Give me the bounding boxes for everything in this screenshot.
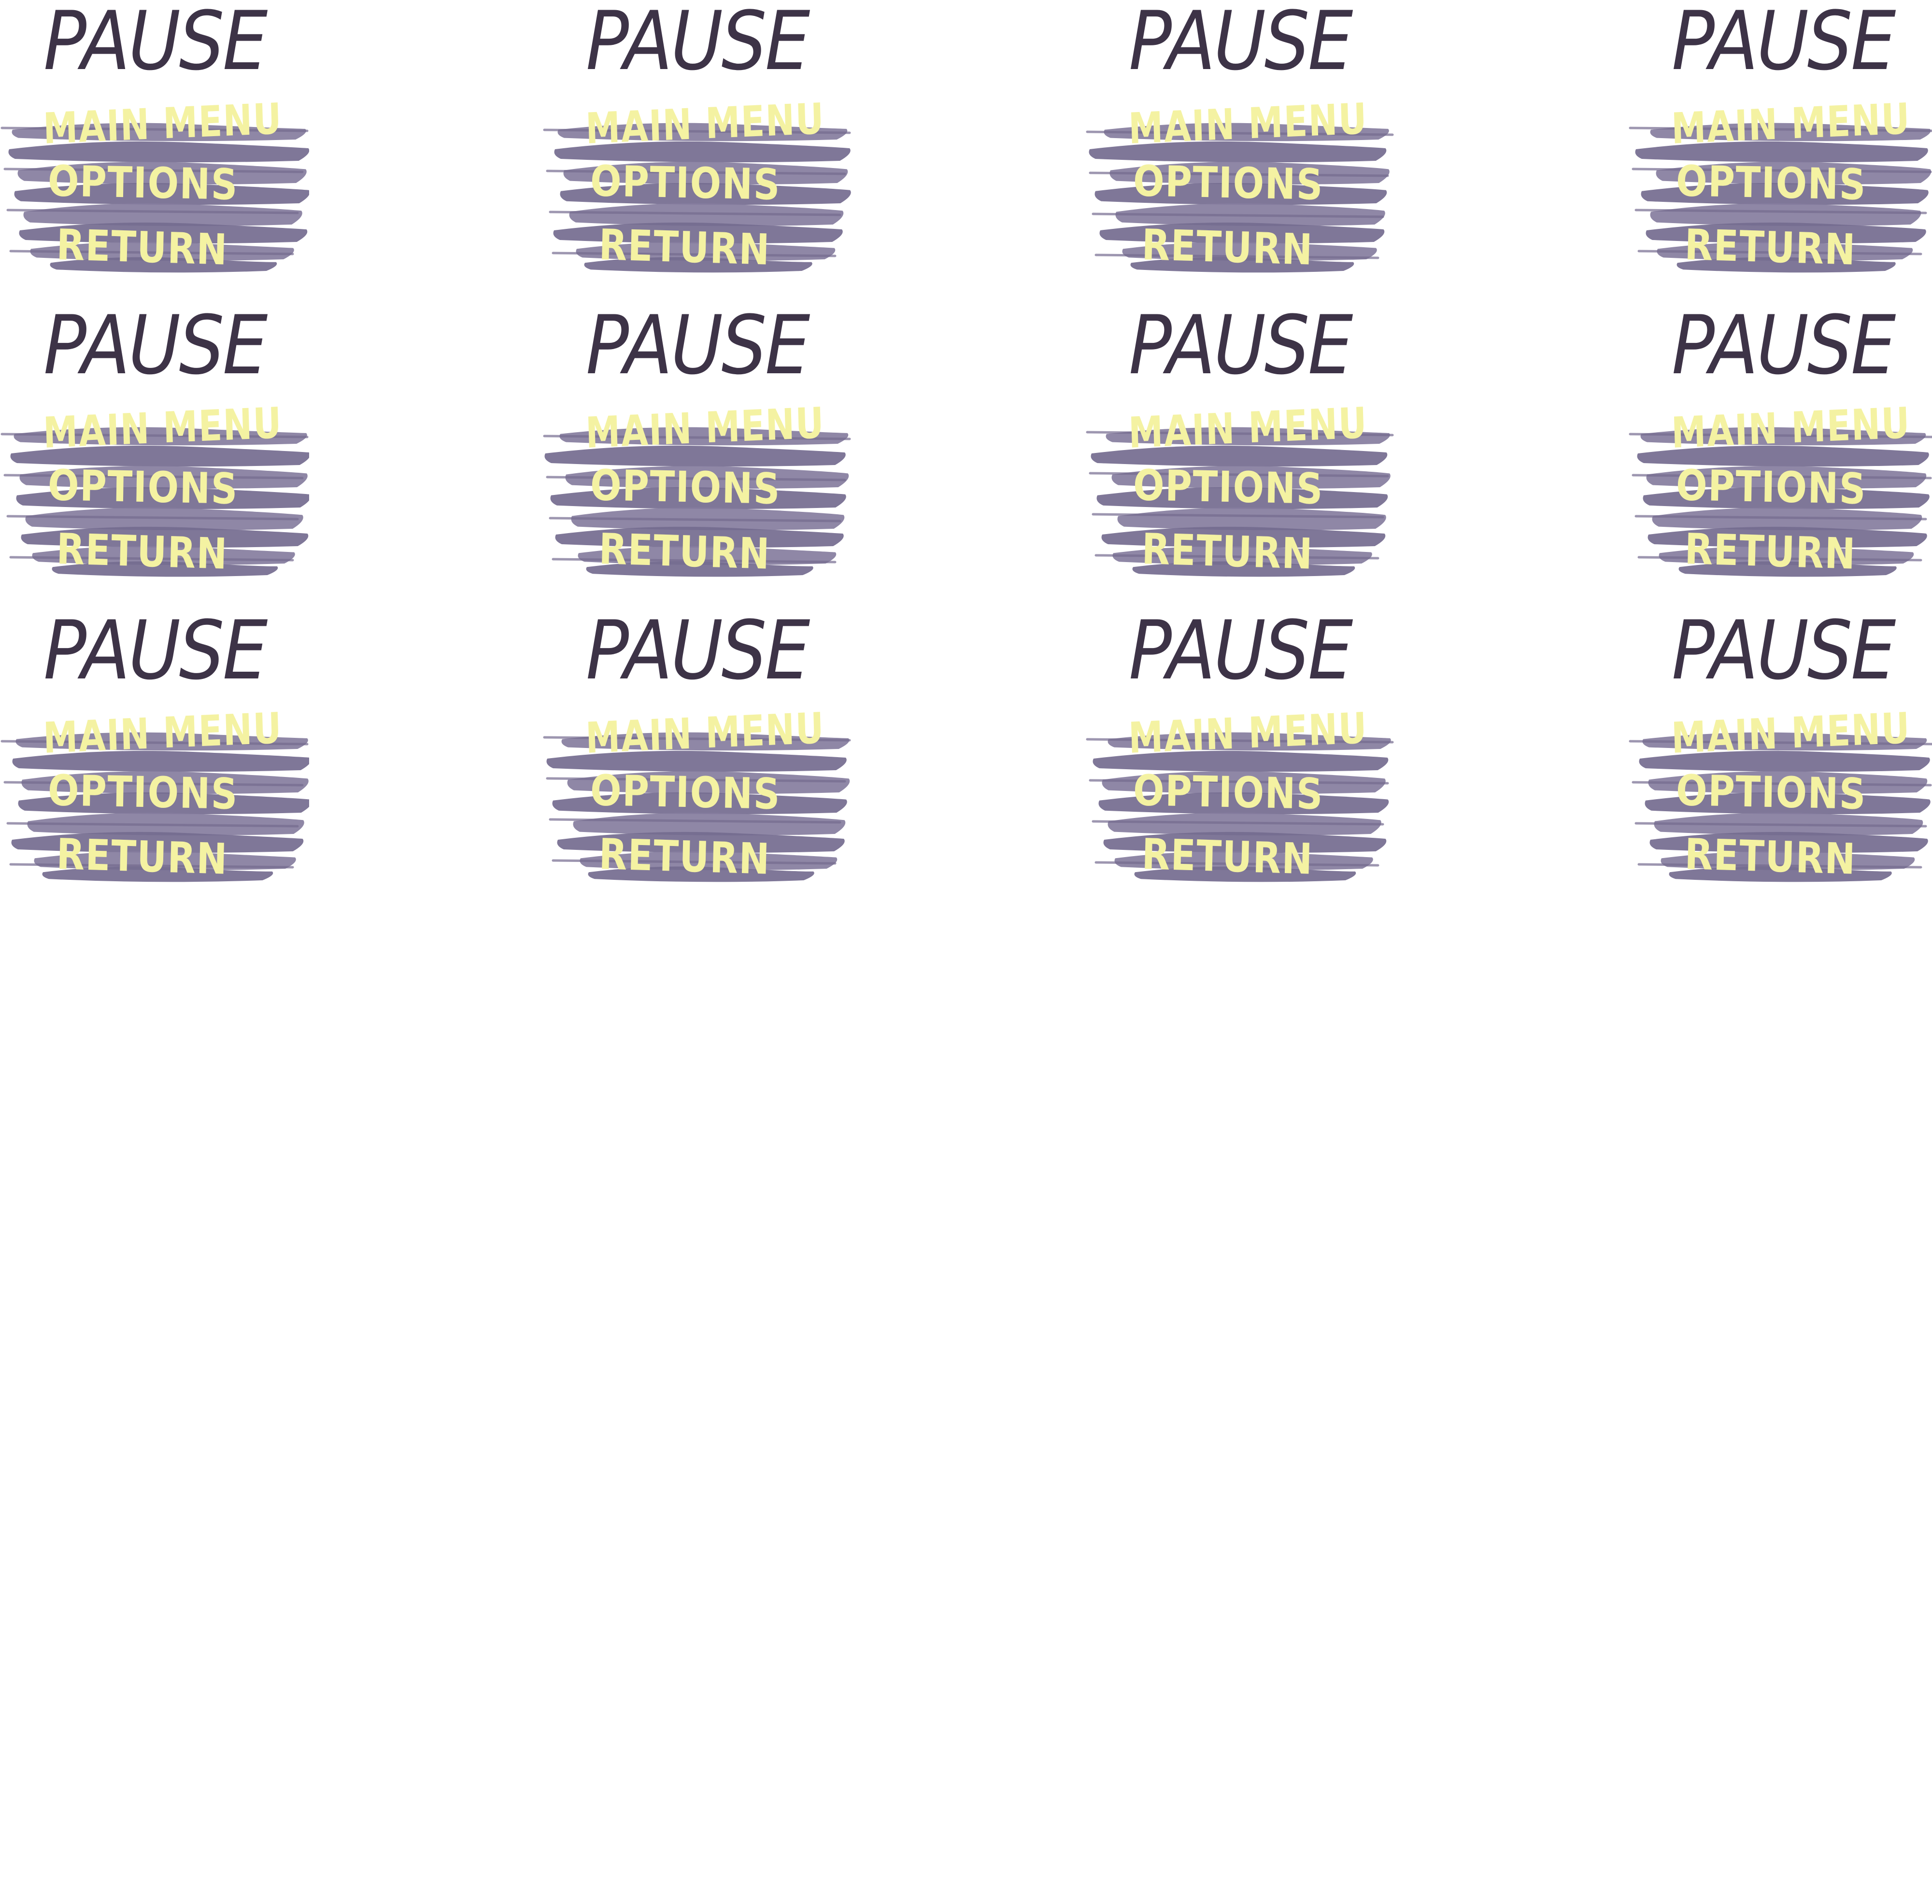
options-button[interactable]: OPTIONS (47, 460, 238, 514)
pause-menu-frame: PAUSE MAIN MENU OPTIONS RETURN (542, 304, 852, 604)
menu-panel: MAIN MENU OPTIONS RETURN (0, 703, 309, 889)
return-button[interactable]: RETURN (1684, 524, 1857, 579)
return-button[interactable]: RETURN (598, 524, 771, 579)
main-menu-button[interactable]: MAIN MENU (43, 703, 283, 763)
menu-panel: MAIN MENU OPTIONS RETURN (1628, 398, 1932, 584)
pause-menu-sprite-sheet: PAUSE MAIN MENU OPTIONS RETURN PAUSE MAI… (0, 0, 1932, 898)
pause-title: PAUSE (1672, 0, 1896, 88)
options-button[interactable]: OPTIONS (1133, 765, 1323, 819)
menu-panel: MAIN MENU OPTIONS RETURN (0, 398, 309, 584)
options-button[interactable]: OPTIONS (1133, 460, 1323, 514)
pause-menu-frame: PAUSE MAIN MENU OPTIONS RETURN (0, 0, 309, 299)
pause-title: PAUSE (1129, 298, 1353, 393)
return-button[interactable]: RETURN (598, 829, 771, 884)
return-button[interactable]: RETURN (56, 220, 228, 275)
menu-panel: MAIN MENU OPTIONS RETURN (1085, 703, 1394, 889)
return-button[interactable]: RETURN (1141, 524, 1314, 579)
main-menu-button[interactable]: MAIN MENU (1671, 703, 1911, 763)
menu-panel: MAIN MENU OPTIONS RETURN (0, 94, 309, 280)
options-button[interactable]: OPTIONS (1676, 765, 1866, 819)
main-menu-button[interactable]: MAIN MENU (1128, 94, 1368, 154)
pause-title: PAUSE (586, 0, 810, 88)
return-button[interactable]: RETURN (1684, 829, 1857, 884)
main-menu-button[interactable]: MAIN MENU (585, 398, 825, 458)
pause-menu-frame: PAUSE MAIN MENU OPTIONS RETURN (1628, 304, 1932, 604)
main-menu-button[interactable]: MAIN MENU (585, 94, 825, 154)
main-menu-button[interactable]: MAIN MENU (1128, 398, 1368, 458)
pause-title: PAUSE (586, 603, 810, 698)
options-button[interactable]: OPTIONS (1676, 156, 1866, 210)
menu-panel: MAIN MENU OPTIONS RETURN (1628, 94, 1932, 280)
options-button[interactable]: OPTIONS (47, 765, 238, 819)
main-menu-button[interactable]: MAIN MENU (1128, 703, 1368, 763)
pause-title: PAUSE (1672, 298, 1896, 393)
options-button[interactable]: OPTIONS (590, 765, 781, 819)
pause-menu-frame: PAUSE MAIN MENU OPTIONS RETURN (542, 0, 852, 299)
pause-menu-frame: PAUSE MAIN MENU OPTIONS RETURN (1628, 609, 1932, 909)
pause-menu-frame: PAUSE MAIN MENU OPTIONS RETURN (1085, 609, 1394, 909)
menu-panel: MAIN MENU OPTIONS RETURN (1085, 94, 1394, 280)
main-menu-button[interactable]: MAIN MENU (585, 703, 825, 763)
options-button[interactable]: OPTIONS (1676, 460, 1866, 514)
menu-panel: MAIN MENU OPTIONS RETURN (1628, 703, 1932, 889)
pause-title: PAUSE (43, 0, 268, 88)
return-button[interactable]: RETURN (598, 220, 771, 275)
menu-panel: MAIN MENU OPTIONS RETURN (542, 94, 852, 280)
options-button[interactable]: OPTIONS (590, 156, 781, 210)
return-button[interactable]: RETURN (1684, 220, 1857, 275)
options-button[interactable]: OPTIONS (1133, 156, 1323, 210)
pause-title: PAUSE (1129, 603, 1353, 698)
menu-panel: MAIN MENU OPTIONS RETURN (542, 703, 852, 889)
pause-title: PAUSE (1672, 603, 1896, 698)
return-button[interactable]: RETURN (56, 524, 228, 579)
options-button[interactable]: OPTIONS (590, 460, 781, 514)
pause-menu-frame: PAUSE MAIN MENU OPTIONS RETURN (542, 609, 852, 909)
menu-panel: MAIN MENU OPTIONS RETURN (542, 398, 852, 584)
pause-menu-frame: PAUSE MAIN MENU OPTIONS RETURN (1085, 304, 1394, 604)
pause-title: PAUSE (1129, 0, 1353, 88)
pause-menu-frame: PAUSE MAIN MENU OPTIONS RETURN (1628, 0, 1932, 299)
main-menu-button[interactable]: MAIN MENU (1671, 398, 1911, 458)
pause-menu-frame: PAUSE MAIN MENU OPTIONS RETURN (0, 609, 309, 909)
return-button[interactable]: RETURN (1141, 829, 1314, 884)
menu-panel: MAIN MENU OPTIONS RETURN (1085, 398, 1394, 584)
return-button[interactable]: RETURN (56, 829, 228, 884)
return-button[interactable]: RETURN (1141, 220, 1314, 275)
pause-title: PAUSE (43, 603, 268, 698)
main-menu-button[interactable]: MAIN MENU (43, 398, 283, 458)
options-button[interactable]: OPTIONS (47, 156, 238, 210)
pause-menu-frame: PAUSE MAIN MENU OPTIONS RETURN (1085, 0, 1394, 299)
pause-menu-frame: PAUSE MAIN MENU OPTIONS RETURN (0, 304, 309, 604)
pause-title: PAUSE (586, 298, 810, 393)
pause-title: PAUSE (43, 298, 268, 393)
main-menu-button[interactable]: MAIN MENU (1671, 94, 1911, 154)
main-menu-button[interactable]: MAIN MENU (43, 94, 283, 154)
